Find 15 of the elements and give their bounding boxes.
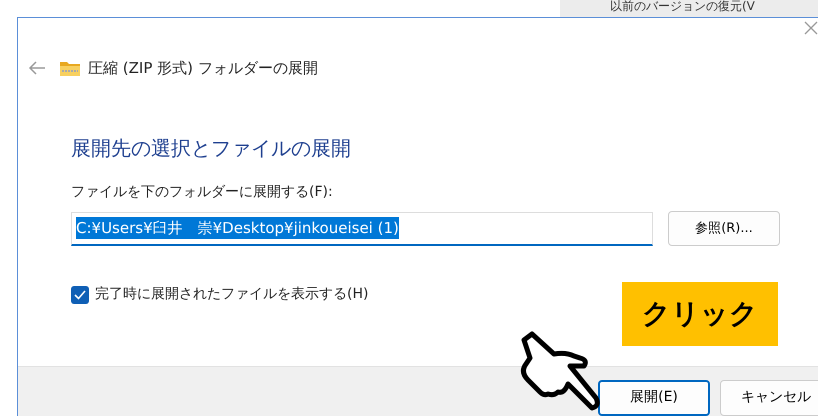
checkmark-icon — [74, 290, 86, 300]
dialog-heading: 展開先の選択とファイルの展開 — [71, 135, 352, 162]
window-title: 圧縮 (ZIP 形式) フォルダーの展開 — [88, 58, 318, 79]
field-label: ファイルを下のフォルダーに展開する(F): — [71, 183, 334, 202]
close-icon[interactable] — [804, 21, 818, 35]
dialog-button[interactable]: キャンセル — [720, 380, 818, 416]
destination-field[interactable]: C:¥Users¥臼井 崇¥Desktop¥jinkoueisei (1) — [71, 212, 653, 246]
checkbox[interactable] — [71, 286, 89, 304]
checkbox-label: 完了時に展開されたファイルを表示する(H) — [95, 285, 368, 304]
dialog-button[interactable]: 展開(E) — [598, 380, 710, 416]
browse-button[interactable]: 参照(R)... — [668, 211, 780, 246]
menu-item[interactable]: 以前のバージョンの復元(V — [610, 0, 818, 12]
zip-folder-icon — [60, 60, 80, 76]
back-arrow-icon[interactable] — [28, 61, 46, 75]
callout-label: クリック — [622, 282, 778, 346]
